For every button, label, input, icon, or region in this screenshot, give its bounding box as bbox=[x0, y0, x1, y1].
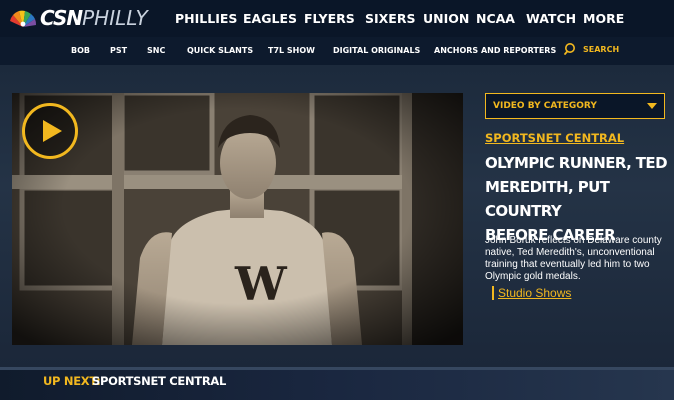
featured-video-section: W VIDEO BY CATEGORY SPORTSNET CENTRAL OL… bbox=[0, 65, 674, 367]
play-icon bbox=[43, 120, 62, 142]
headline-line: OLYMPIC RUNNER, TED bbox=[485, 154, 668, 172]
article-section-link[interactable]: SPORTSNET CENTRAL bbox=[485, 131, 624, 145]
play-button[interactable] bbox=[22, 103, 78, 159]
search-label: SEARCH bbox=[583, 44, 620, 54]
nav-item-more[interactable]: MORE bbox=[583, 11, 624, 26]
subnav-item-t7l-show[interactable]: T7L SHOW bbox=[268, 46, 315, 55]
search-button[interactable]: SEARCH bbox=[563, 42, 619, 56]
subnav-item-bob[interactable]: BOB bbox=[71, 46, 90, 55]
description-line: training that eventually led him to two bbox=[485, 259, 650, 270]
subnav-item-digital-originals[interactable]: DIGITAL ORIGINALS bbox=[333, 46, 420, 55]
video-player[interactable]: W bbox=[12, 93, 463, 345]
article-description: John Boruk reflects on Delaware county n… bbox=[485, 235, 665, 283]
up-next-bar[interactable]: UP NEXT: SPORTSNET CENTRAL bbox=[0, 370, 674, 400]
category-label: VIDEO BY CATEGORY bbox=[493, 101, 597, 111]
nav-item-union[interactable]: UNION bbox=[423, 11, 469, 26]
description-line: native, Ted Meredith's, unconventional bbox=[485, 247, 655, 258]
description-line: John Boruk reflects on Delaware county bbox=[485, 235, 662, 246]
headline-line: MEREDITH, PUT COUNTRY bbox=[485, 178, 610, 220]
studio-shows-link[interactable]: Studio Shows bbox=[492, 286, 571, 300]
article-headline[interactable]: OLYMPIC RUNNER, TED MEREDITH, PUT COUNTR… bbox=[485, 151, 668, 247]
logo-philly-text: PHILLY bbox=[82, 6, 148, 30]
top-nav-bar: CSN PHILLY PHILLIES EAGLES FLYERS SIXERS… bbox=[0, 0, 674, 38]
video-thumbnail: W bbox=[12, 93, 463, 345]
nav-item-watch[interactable]: WATCH bbox=[526, 11, 576, 26]
description-line: Olympic gold medals. bbox=[485, 271, 581, 282]
nav-item-ncaa[interactable]: NCAA bbox=[476, 11, 515, 26]
subnav-item-anchors-reporters[interactable]: ANCHORS AND REPORTERS bbox=[434, 46, 556, 55]
search-icon bbox=[564, 43, 575, 55]
nav-item-phillies[interactable]: PHILLIES bbox=[175, 11, 237, 26]
sub-nav-bar: BOB PST SNC QUICK SLANTS T7L SHOW DIGITA… bbox=[0, 37, 674, 65]
subnav-item-snc[interactable]: SNC bbox=[147, 46, 165, 55]
caret-down-icon bbox=[647, 103, 657, 109]
csn-philly-logo[interactable]: CSN PHILLY bbox=[8, 6, 148, 30]
video-category-dropdown[interactable]: VIDEO BY CATEGORY bbox=[485, 93, 665, 119]
nbc-peacock-icon bbox=[10, 10, 37, 27]
up-next-title[interactable]: SPORTSNET CENTRAL bbox=[92, 374, 226, 388]
subnav-item-pst[interactable]: PST bbox=[110, 46, 127, 55]
nav-item-eagles[interactable]: EAGLES bbox=[243, 11, 297, 26]
subnav-item-quick-slants[interactable]: QUICK SLANTS bbox=[187, 46, 253, 55]
nav-item-flyers[interactable]: FLYERS bbox=[304, 11, 355, 26]
nav-item-sixers[interactable]: SIXERS bbox=[365, 11, 415, 26]
logo-csn-text: CSN bbox=[40, 6, 83, 30]
